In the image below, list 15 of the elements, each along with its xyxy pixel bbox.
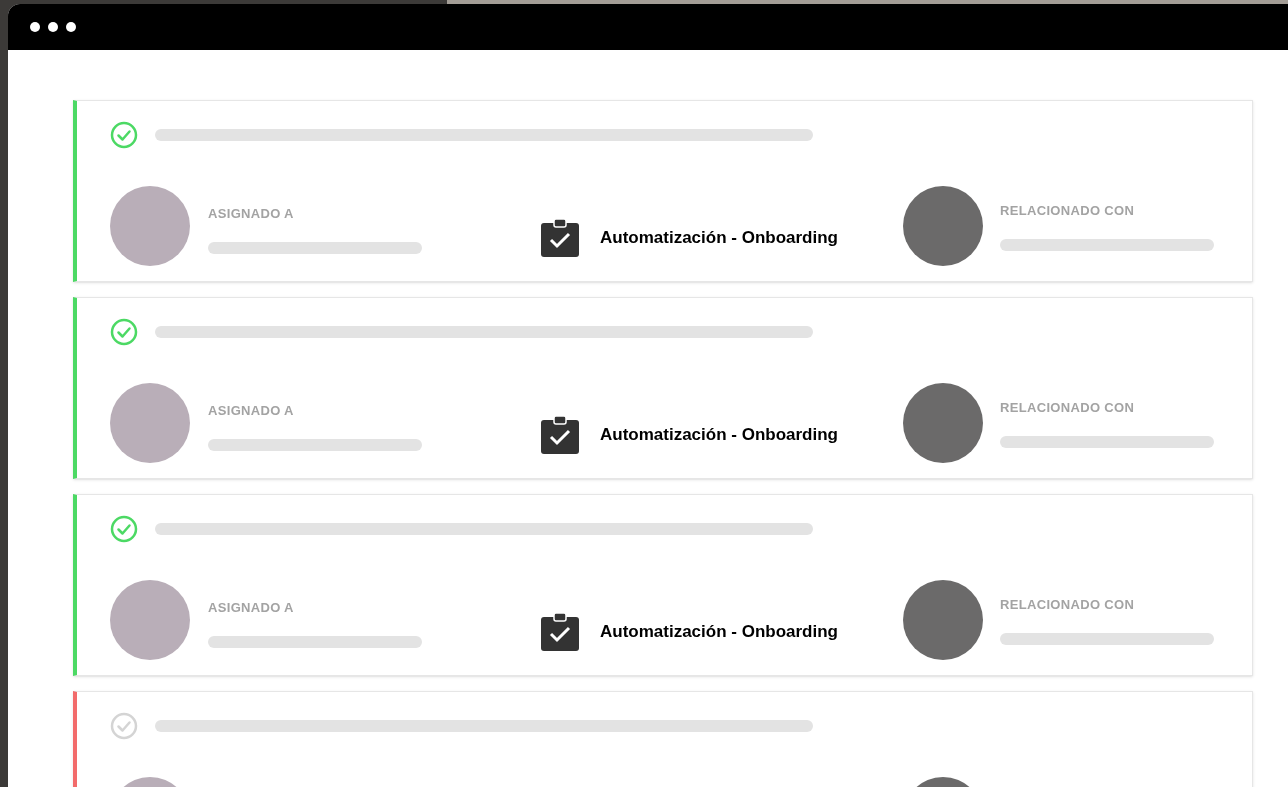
assigned-label: ASIGNADO A — [208, 402, 295, 421]
clipboard-check-icon — [540, 612, 580, 652]
assigned-label: ASIGNADO A — [208, 599, 295, 618]
related-label: RELACIONADO CON — [1000, 596, 1136, 615]
task-card[interactable]: ASIGNADO A Automatización - Onboarding RELACIONADO CON — [73, 494, 1253, 676]
related-label: RELACIONADO CON — [1000, 202, 1136, 221]
task-name[interactable]: Automatización - Onboarding — [600, 422, 838, 448]
clipboard-check-icon — [540, 415, 580, 455]
task-name[interactable]: Automatización - Onboarding — [600, 619, 838, 645]
task-card[interactable]: ASIGNADO A Automatización - Onboarding RELACIONADO CON — [73, 297, 1253, 479]
clipboard-check-icon — [540, 218, 580, 258]
task-card[interactable]: ASIGNADO A Automatización - Onboarding RELACIONADO CON — [73, 100, 1253, 282]
task-name[interactable]: Automatización - Onboarding — [600, 225, 838, 251]
related-label: RELACIONADO CON — [1000, 399, 1136, 418]
assigned-label: ASIGNADO A — [208, 205, 295, 224]
